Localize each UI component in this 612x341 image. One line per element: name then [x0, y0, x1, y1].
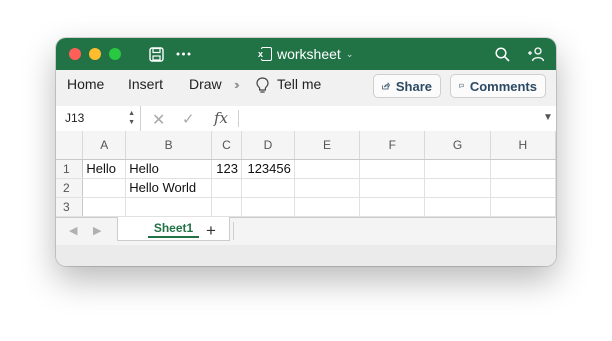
- column-header-e[interactable]: E: [294, 131, 361, 160]
- cell-c3[interactable]: [211, 197, 242, 217]
- excel-window: worksheet ⌄ Home Insert Draw ›› Tell me …: [56, 38, 556, 266]
- tab-home[interactable]: Home: [67, 70, 104, 107]
- name-box-stepper-icon[interactable]: ▲ ▼: [128, 109, 135, 127]
- table-row: 2 Hello World: [56, 178, 556, 198]
- column-header-f[interactable]: F: [359, 131, 426, 160]
- cell-f2[interactable]: [359, 178, 426, 198]
- column-header-d[interactable]: D: [241, 131, 295, 160]
- sheet-tab-bar: ◀ ▶ Sheet1 +: [56, 217, 556, 246]
- row-header[interactable]: 2: [56, 178, 84, 198]
- cell-g1[interactable]: [424, 159, 491, 179]
- save-icon[interactable]: [147, 45, 165, 63]
- search-icon[interactable]: [493, 45, 511, 63]
- zoom-window-button[interactable]: [109, 48, 121, 60]
- window-title-area[interactable]: worksheet ⌄: [257, 38, 354, 70]
- table-row: 3: [56, 197, 556, 217]
- cell-h2[interactable]: [490, 178, 556, 198]
- name-box[interactable]: J13 ▲ ▼: [56, 106, 141, 131]
- next-sheet-icon[interactable]: ▶: [93, 224, 101, 237]
- minimize-window-button[interactable]: [89, 48, 101, 60]
- close-window-button[interactable]: [69, 48, 81, 60]
- title-bar: worksheet ⌄: [56, 38, 556, 70]
- column-header-a[interactable]: A: [82, 131, 127, 160]
- table-row: 1 Hello Hello 123 123456: [56, 159, 556, 179]
- cell-f3[interactable]: [359, 197, 426, 217]
- worksheet-grid: A B C D E F G H 1 Hello Hello 123 123456: [56, 131, 556, 217]
- cell-b3[interactable]: [125, 197, 212, 217]
- row-header[interactable]: 1: [56, 159, 84, 179]
- column-header-row: A B C D E F G H: [56, 131, 556, 160]
- cell-e2[interactable]: [294, 178, 361, 198]
- cell-c2[interactable]: [211, 178, 242, 198]
- tab-draw[interactable]: Draw: [189, 70, 222, 107]
- title-chevron-down-icon: ⌄: [345, 48, 354, 59]
- cell-c1[interactable]: 123: [211, 159, 242, 179]
- cell-reference: J13: [65, 111, 85, 125]
- column-header-h[interactable]: H: [490, 131, 556, 160]
- share-arrow-icon: [382, 81, 390, 90]
- cell-g2[interactable]: [424, 178, 491, 198]
- enter-check-icon[interactable]: ✓: [182, 110, 195, 128]
- select-all-corner[interactable]: [56, 131, 84, 160]
- cancel-icon[interactable]: ✕: [152, 110, 165, 130]
- column-header-g[interactable]: G: [424, 131, 491, 160]
- add-sheet-button[interactable]: +: [206, 221, 216, 241]
- comments-button[interactable]: Comments: [450, 74, 546, 98]
- cell-g3[interactable]: [424, 197, 491, 217]
- status-bar: [56, 245, 556, 266]
- cell-h1[interactable]: [490, 159, 556, 179]
- cell-d2[interactable]: [241, 178, 295, 198]
- more-options-icon[interactable]: [174, 45, 192, 63]
- lightbulb-icon[interactable]: [256, 77, 269, 99]
- formula-input[interactable]: [246, 109, 536, 128]
- cell-d3[interactable]: [241, 197, 295, 217]
- cell-a3[interactable]: [82, 197, 127, 217]
- cell-f1[interactable]: [359, 159, 426, 179]
- expand-formula-bar-icon[interactable]: ▼: [543, 112, 553, 123]
- excel-document-icon: [257, 47, 272, 61]
- cell-b2[interactable]: Hello World: [125, 178, 212, 198]
- more-tabs-chevron-icon[interactable]: ››: [234, 77, 239, 92]
- tab-divider: [233, 222, 234, 240]
- formula-divider: [238, 110, 239, 127]
- cell-d1[interactable]: 123456: [241, 159, 295, 179]
- cell-e3[interactable]: [294, 197, 361, 217]
- share-people-icon[interactable]: [526, 45, 544, 63]
- sheet-tab-label: Sheet1: [153, 221, 194, 235]
- share-label: Share: [395, 78, 432, 94]
- comments-label: Comments: [469, 78, 537, 94]
- ribbon-tab-bar: Home Insert Draw ›› Tell me Share Commen…: [56, 70, 556, 108]
- insert-function-icon[interactable]: fx: [214, 109, 228, 127]
- cell-a1[interactable]: Hello: [82, 159, 127, 179]
- column-header-b[interactable]: B: [125, 131, 212, 160]
- column-header-c[interactable]: C: [211, 131, 242, 160]
- comment-icon: [459, 83, 464, 89]
- share-button[interactable]: Share: [373, 74, 441, 98]
- cell-e1[interactable]: [294, 159, 361, 179]
- formula-bar: J13 ▲ ▼ ✕ ✓ fx ▼: [56, 106, 556, 132]
- row-header[interactable]: 3: [56, 197, 84, 217]
- cell-a2[interactable]: [82, 178, 127, 198]
- cell-b1[interactable]: Hello: [125, 159, 212, 179]
- cell-h3[interactable]: [490, 197, 556, 217]
- tell-me-search[interactable]: Tell me: [277, 70, 321, 107]
- previous-sheet-icon[interactable]: ◀: [69, 224, 77, 237]
- window-title: worksheet: [277, 46, 341, 62]
- tab-insert[interactable]: Insert: [128, 70, 163, 107]
